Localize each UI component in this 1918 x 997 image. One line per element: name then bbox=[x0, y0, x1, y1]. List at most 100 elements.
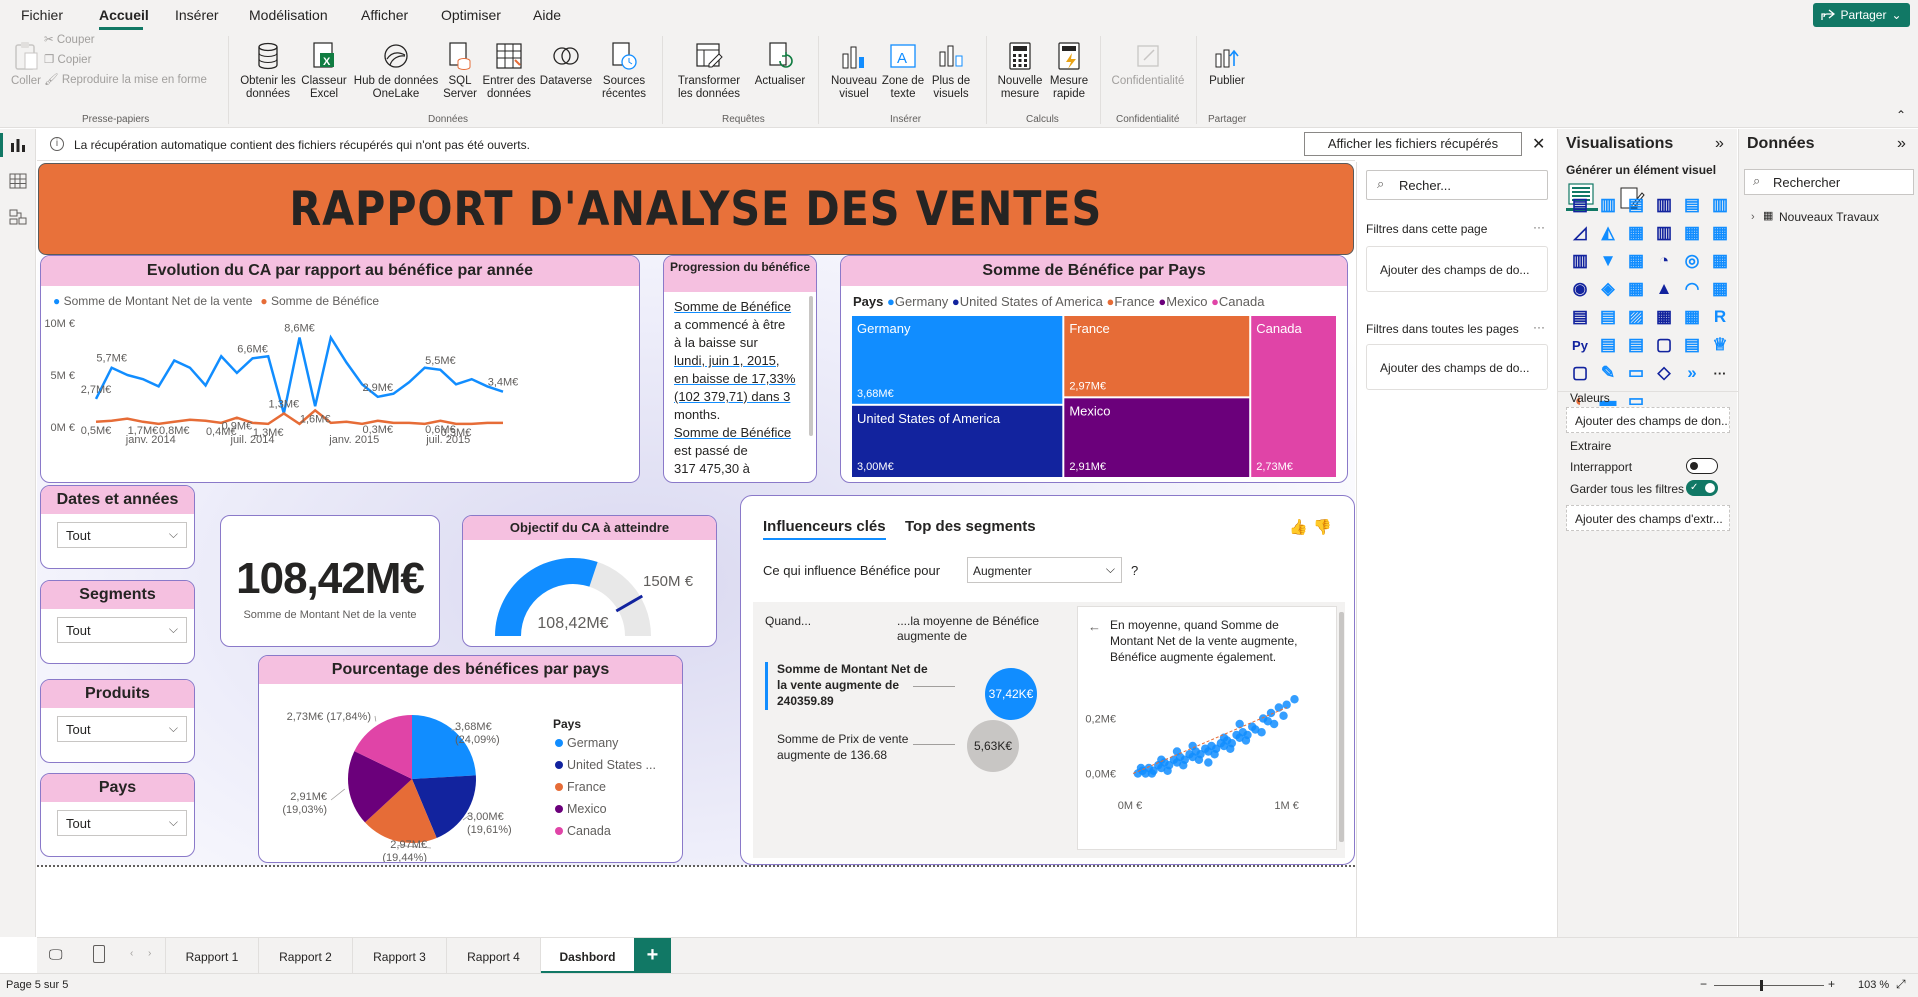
visual-type-icon[interactable]: ▥ bbox=[1650, 219, 1678, 247]
slicer-segments[interactable]: Segments Tout ⌵ bbox=[40, 580, 195, 664]
visual-type-icon[interactable]: ▤ bbox=[1594, 331, 1622, 359]
visual-type-icon[interactable]: ▥ bbox=[1650, 191, 1678, 219]
visual-type-icon[interactable]: ✎ bbox=[1594, 359, 1622, 387]
visual-type-icon[interactable]: ▦ bbox=[1706, 219, 1734, 247]
visual-type-icon[interactable]: Py bbox=[1566, 331, 1594, 359]
visual-type-icon[interactable]: ▨ bbox=[1622, 303, 1650, 331]
visual-type-icon[interactable]: ▥ bbox=[1566, 247, 1594, 275]
chevron-right-icon[interactable]: › bbox=[1751, 211, 1755, 223]
slicer-dropdown[interactable]: Tout ⌵ bbox=[57, 810, 187, 836]
data-search-input[interactable]: Rechercher bbox=[1744, 169, 1914, 195]
visual-type-icon[interactable]: ◎ bbox=[1678, 247, 1706, 275]
onelake-button[interactable]: Hub de données OneLake bbox=[350, 40, 442, 101]
visual-type-icon[interactable]: ◠ bbox=[1678, 275, 1706, 303]
influencer-bubble-2[interactable]: 5,63K€ bbox=[967, 720, 1019, 772]
visual-type-icon[interactable]: » bbox=[1678, 359, 1706, 387]
new-measure-button[interactable]: Nouvelle mesure bbox=[992, 40, 1048, 101]
influence-direction-dropdown[interactable]: Augmenter ⌵ bbox=[967, 557, 1122, 583]
collapse-pane-icon[interactable]: » bbox=[1897, 135, 1906, 153]
sql-server-button[interactable]: SQL Server bbox=[440, 40, 480, 101]
menu-accueil[interactable]: Accueil bbox=[99, 7, 149, 23]
back-arrow-icon[interactable]: ← bbox=[1088, 619, 1101, 634]
slicer-dates[interactable]: Dates et années Tout ⌵ bbox=[40, 485, 195, 569]
visual-type-icon[interactable]: ◇ bbox=[1650, 359, 1678, 387]
visual-type-icon[interactable]: R bbox=[1706, 303, 1734, 331]
visual-type-icon[interactable]: ▦ bbox=[1650, 303, 1678, 331]
copy-button[interactable]: ❐ Copier bbox=[44, 52, 91, 66]
visual-type-icon[interactable]: ◿ bbox=[1566, 219, 1594, 247]
visual-type-icon[interactable]: ▭ bbox=[1622, 359, 1650, 387]
smart-narrative-card[interactable]: Progression du bénéfice Somme de Bénéfic… bbox=[663, 255, 817, 483]
report-title-banner[interactable]: RAPPORT D'ANALYSE DES VENTES bbox=[38, 163, 1354, 255]
add-page-filter-well[interactable]: Ajouter des champs de do... bbox=[1366, 246, 1548, 292]
thumbs-up-icon[interactable]: 👍 bbox=[1289, 518, 1308, 536]
influencer-bubble-1[interactable]: 37,42K€ bbox=[985, 668, 1037, 720]
visual-type-icon[interactable]: ▤ bbox=[1622, 331, 1650, 359]
pie-chart-card[interactable]: Pourcentage des bénéfices par pays 3,68M… bbox=[258, 655, 683, 863]
slicer-countries[interactable]: Pays Tout ⌵ bbox=[40, 773, 195, 857]
menu-modelisation[interactable]: Modélisation bbox=[249, 7, 328, 23]
visual-type-icon[interactable]: ▦ bbox=[1622, 247, 1650, 275]
gauge-card[interactable]: Objectif du CA à atteindre 108,42M€ 150M … bbox=[462, 515, 717, 647]
zoom-in-icon[interactable]: + bbox=[1828, 977, 1835, 991]
more-visuals-button[interactable]: Plus de visuels bbox=[926, 40, 976, 101]
more-options-icon[interactable]: ··· bbox=[1533, 320, 1545, 334]
kpi-card[interactable]: 108,42M€ Somme de Montant Net de la vent… bbox=[220, 515, 440, 647]
visual-type-icon[interactable]: ◔ bbox=[1650, 247, 1678, 275]
share-button[interactable]: Partager ⌄ bbox=[1813, 3, 1910, 27]
close-icon[interactable]: ✕ bbox=[1532, 134, 1545, 154]
key-influencers-card[interactable]: Influenceurs clés Top des segments 👍 👎 C… bbox=[740, 495, 1355, 865]
page-tab-rapport-2[interactable]: Rapport 2 bbox=[259, 938, 353, 974]
influencer-factor-1[interactable]: Somme de Montant Net de la vente augment… bbox=[777, 661, 937, 709]
help-icon[interactable]: ? bbox=[1131, 563, 1138, 578]
fit-to-page-icon[interactable]: ⤢ bbox=[1896, 977, 1906, 992]
data-table-item[interactable]: Nouveaux Travaux bbox=[1779, 210, 1879, 224]
visual-type-icon[interactable]: ◉ bbox=[1566, 275, 1594, 303]
slicer-dropdown[interactable]: Tout ⌵ bbox=[57, 716, 187, 742]
collapse-ribbon-icon[interactable]: ⌃ bbox=[1896, 108, 1906, 122]
cross-report-toggle[interactable] bbox=[1686, 458, 1718, 474]
excel-button[interactable]: X Classeur Excel bbox=[301, 40, 347, 101]
slicer-dropdown[interactable]: Tout ⌵ bbox=[57, 522, 187, 548]
visual-type-icon[interactable]: ▥ bbox=[1594, 191, 1622, 219]
menu-inserer[interactable]: Insérer bbox=[175, 7, 219, 23]
add-page-button[interactable]: + bbox=[634, 938, 671, 974]
visual-type-icon[interactable]: ▦ bbox=[1622, 275, 1650, 303]
visual-type-icon[interactable]: ▤ bbox=[1622, 191, 1650, 219]
page-tab-rapport-4[interactable]: Rapport 4 bbox=[447, 938, 541, 974]
get-data-button[interactable]: Obtenir les données bbox=[238, 40, 298, 101]
filter-search-input[interactable]: Recher... bbox=[1366, 170, 1548, 200]
show-recovered-files-button[interactable]: Afficher les fichiers récupérés bbox=[1304, 132, 1522, 156]
recent-sources-button[interactable]: Sources récentes bbox=[596, 40, 652, 101]
visual-type-icon[interactable]: ▦ bbox=[1678, 303, 1706, 331]
visual-type-icon[interactable]: ▥ bbox=[1706, 191, 1734, 219]
visual-type-icon[interactable]: ▤ bbox=[1678, 191, 1706, 219]
sensitivity-button[interactable]: Confidentialité bbox=[1106, 40, 1190, 88]
treemap-card[interactable]: Somme de Bénéfice par Pays Pays ●Germany… bbox=[840, 255, 1348, 483]
tab-scroll-right-icon[interactable]: › bbox=[148, 948, 151, 959]
tab-top-segments[interactable]: Top des segments bbox=[905, 518, 1036, 535]
keep-filters-toggle[interactable]: ✓ bbox=[1686, 480, 1718, 496]
visual-type-icon[interactable]: ▤ bbox=[1594, 303, 1622, 331]
enter-data-button[interactable]: Entrer des données bbox=[482, 40, 536, 101]
visual-type-icon[interactable]: ▦ bbox=[1706, 247, 1734, 275]
influencer-factor-2[interactable]: Somme de Prix de vente augmente de 136.6… bbox=[777, 731, 927, 763]
desktop-layout-icon[interactable]: 🖵 bbox=[49, 946, 63, 963]
mobile-layout-icon[interactable] bbox=[93, 945, 105, 963]
visual-type-icon[interactable]: ▦ bbox=[1706, 275, 1734, 303]
model-view-icon[interactable] bbox=[8, 207, 28, 227]
values-field-well[interactable]: Ajouter des champs de don... bbox=[1566, 407, 1730, 433]
visual-type-icon[interactable]: ▤ bbox=[1678, 331, 1706, 359]
scrollbar[interactable] bbox=[809, 296, 813, 436]
cut-button[interactable]: ✂ Couper bbox=[44, 32, 95, 46]
more-options-icon[interactable]: ··· bbox=[1533, 220, 1545, 234]
visual-type-icon[interactable]: ◭ bbox=[1594, 219, 1622, 247]
zoom-out-icon[interactable]: − bbox=[1700, 977, 1707, 991]
table-view-icon[interactable] bbox=[8, 171, 28, 191]
visual-type-icon[interactable]: ♕ bbox=[1706, 331, 1734, 359]
page-tab-dashbord[interactable]: Dashbord bbox=[541, 938, 635, 974]
visual-type-icon[interactable]: ▦ bbox=[1678, 219, 1706, 247]
visual-type-icon[interactable]: ▲ bbox=[1650, 275, 1678, 303]
visual-type-icon[interactable]: ▢ bbox=[1566, 359, 1594, 387]
refresh-button[interactable]: Actualiser bbox=[752, 40, 808, 88]
